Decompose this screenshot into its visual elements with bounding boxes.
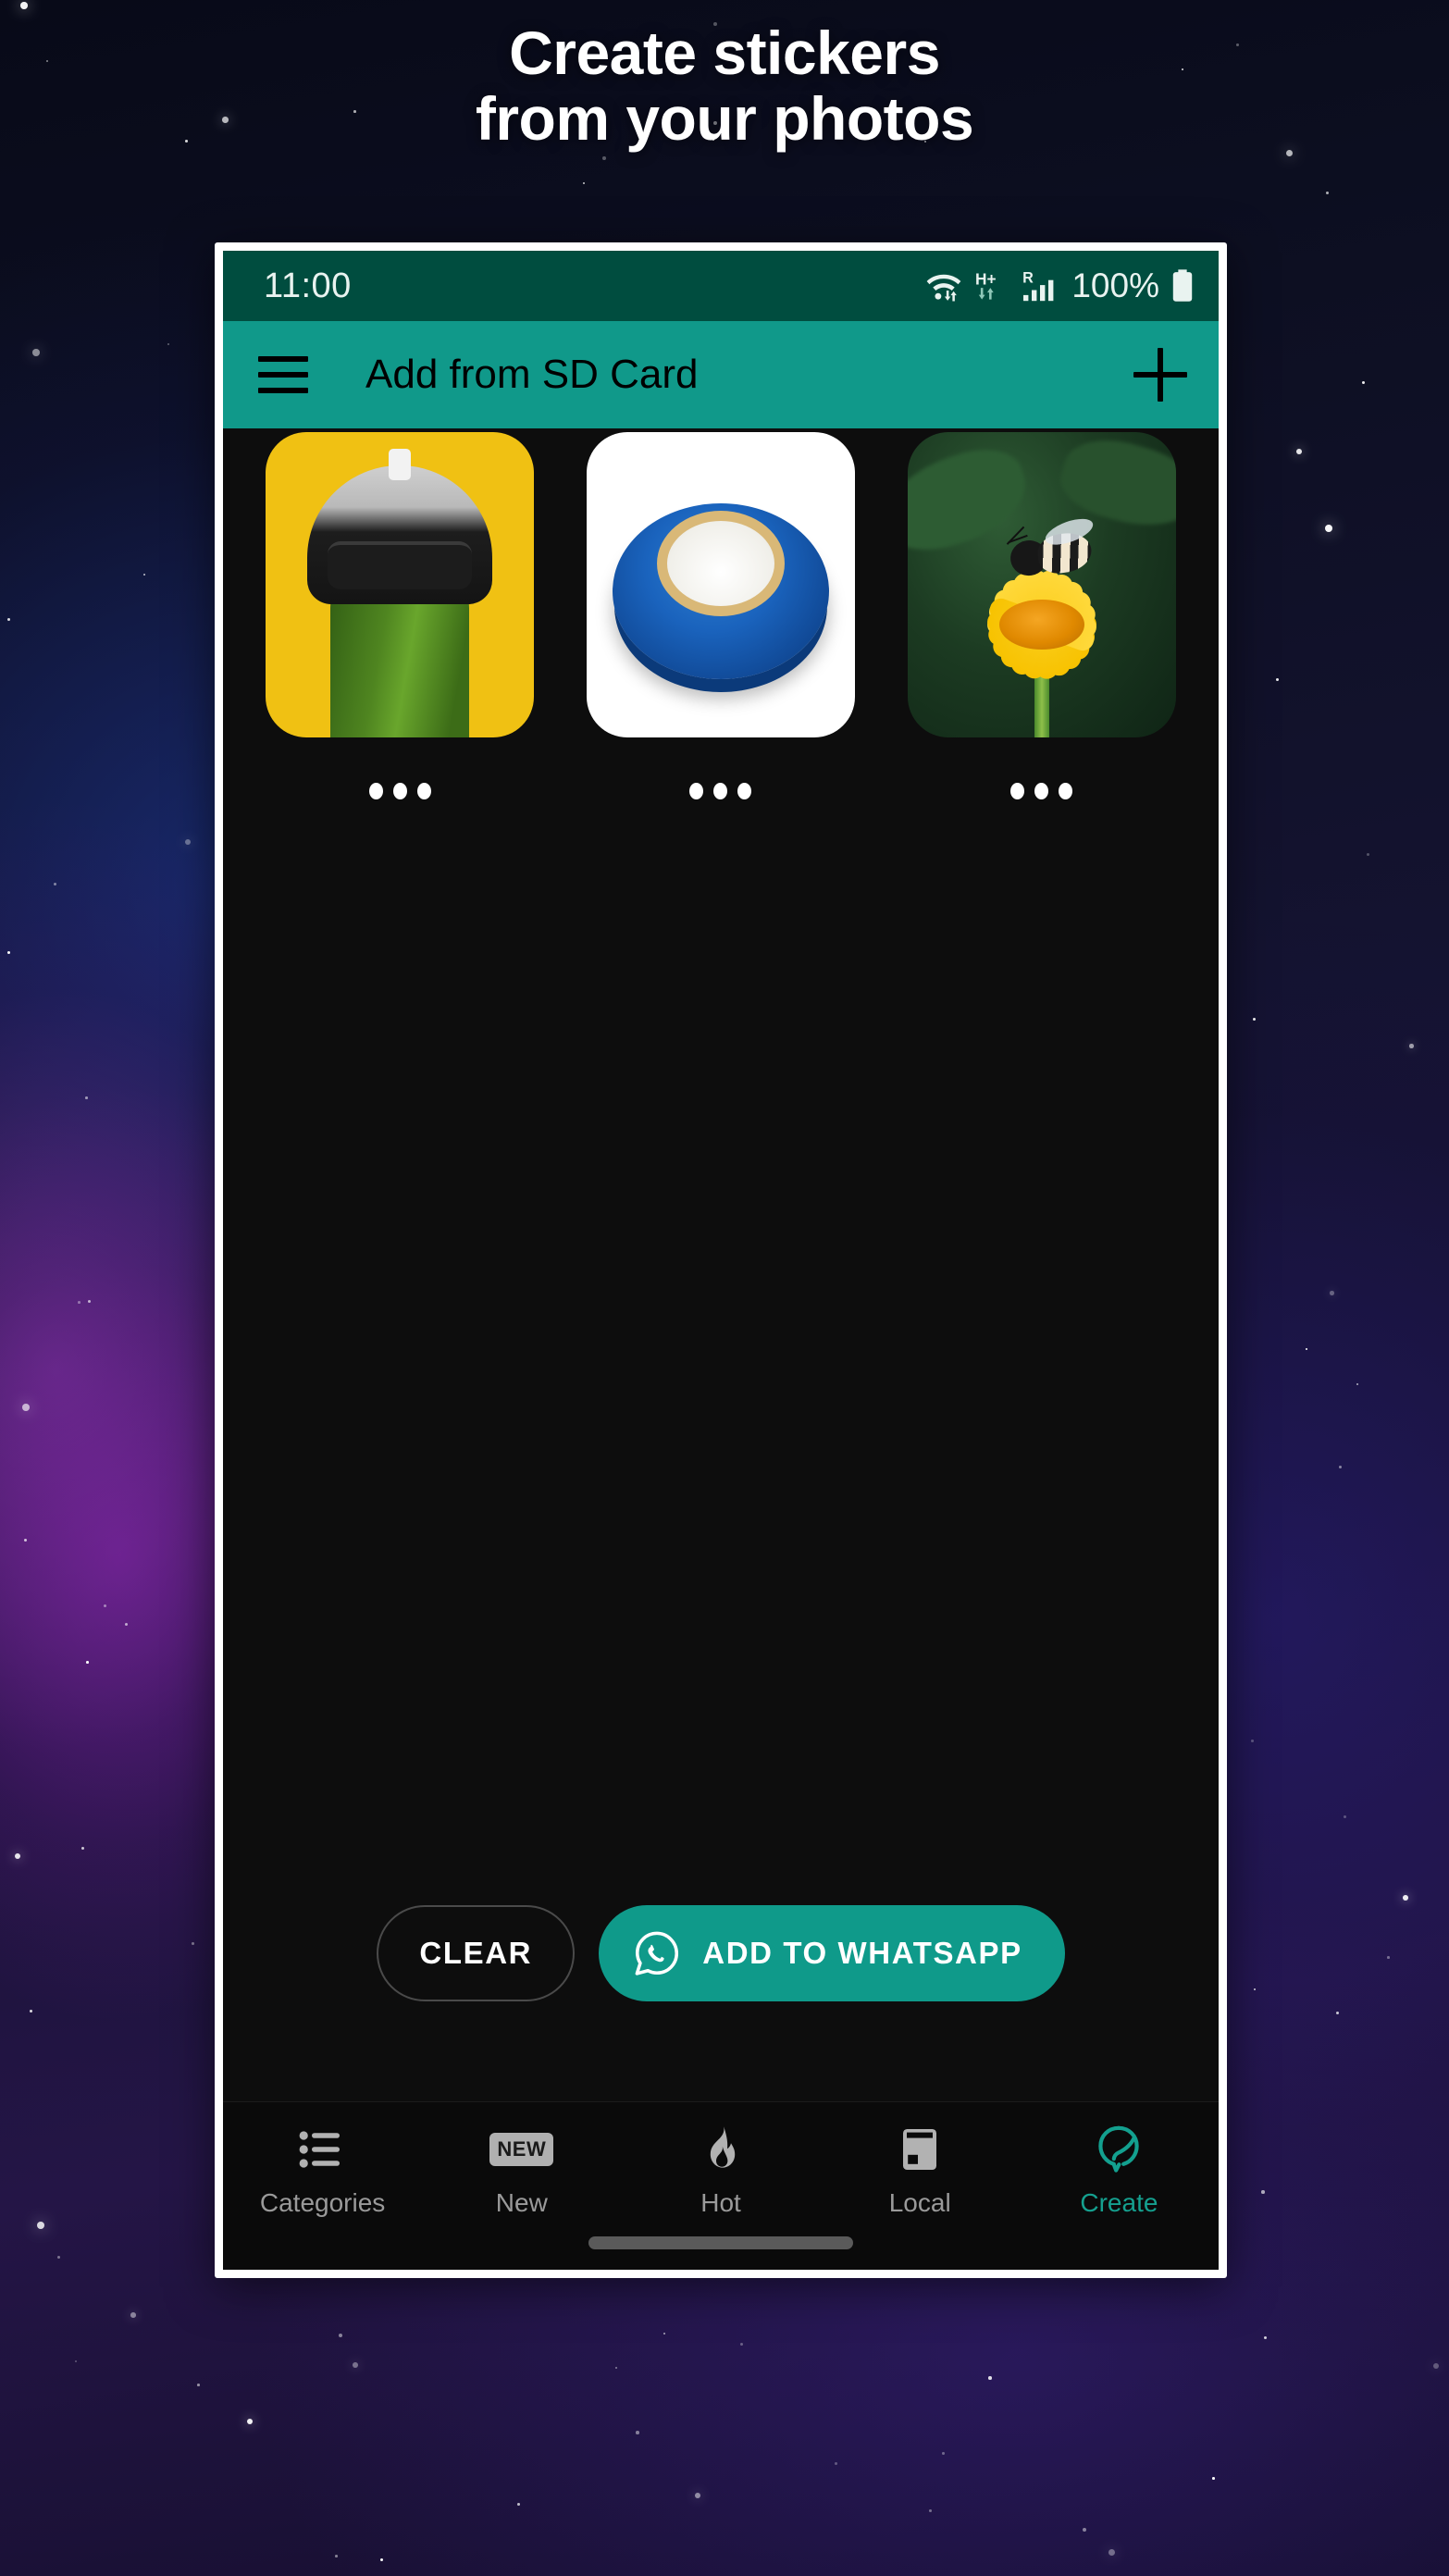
nav-item-local[interactable]: Local (821, 2123, 1020, 2218)
new-badge-icon: NEW (489, 2123, 554, 2176)
promo-screenshot: Create stickers from your photos 11:00 H… (0, 0, 1449, 2576)
whatsapp-icon (632, 1928, 682, 1978)
list-icon (299, 2123, 347, 2176)
pickle-in-helmet-image (266, 432, 535, 737)
nav-item-new[interactable]: NEW New (422, 2123, 621, 2218)
hplus-data-icon: H+ (975, 269, 1010, 303)
add-to-whatsapp-button[interactable]: ADD TO WHATSAPP (599, 1905, 1065, 2001)
blue-electrical-tape-image (586, 432, 855, 737)
phone-screen: 11:00 H+ R 100% Add from SD Card CLEAR A… (223, 251, 1219, 2270)
nav-label-categories: Categories (259, 2188, 386, 2217)
wifi-icon (923, 269, 964, 303)
overflow-menu-icon[interactable] (368, 758, 431, 824)
sticker-item[interactable] (881, 432, 1202, 824)
app-toolbar: Add from SD Card (223, 321, 1219, 428)
sticker-thumbnail-bee-on-yellow-flower[interactable] (907, 432, 1176, 737)
page-title: Add from SD Card (365, 352, 699, 397)
bee-on-yellow-flower-image (907, 432, 1176, 737)
sticker-thumbnail-blue-electrical-tape[interactable] (586, 432, 855, 737)
svg-text:H+: H+ (975, 269, 997, 288)
battery-icon (1170, 268, 1195, 303)
sticker-item[interactable] (240, 432, 561, 824)
save-card-icon (899, 2123, 940, 2176)
headline-line-2: from your photos (475, 84, 974, 154)
overflow-menu-icon[interactable] (689, 758, 752, 824)
sticker-thumbnail-pickle-in-helmet[interactable] (266, 432, 535, 737)
sticker-item[interactable] (561, 432, 882, 824)
gesture-home-indicator[interactable] (223, 2236, 1219, 2249)
nav-label-create: Create (1080, 2188, 1158, 2217)
nav-label-new: New (495, 2188, 548, 2217)
status-clock: 11:00 (264, 266, 352, 305)
nav-label-hot: Hot (700, 2188, 741, 2217)
sticker-content-area: CLEAR ADD TO WHATSAPP (223, 428, 1219, 2101)
phone-frame: 11:00 H+ R 100% Add from SD Card CLEAR A… (215, 242, 1227, 2278)
plus-icon[interactable] (1133, 348, 1187, 402)
roaming-signal-icon: R (1022, 269, 1059, 303)
headline-line-1: Create stickers (509, 19, 940, 87)
nav-item-categories[interactable]: Categories (223, 2123, 422, 2218)
flame-icon (700, 2123, 741, 2176)
add-to-whatsapp-label: ADD TO WHATSAPP (702, 1936, 1022, 1970)
battery-percent-label: 100% (1071, 266, 1159, 304)
nav-label-local: Local (888, 2188, 951, 2217)
clear-button[interactable]: CLEAR (377, 1905, 576, 2001)
overflow-menu-icon[interactable] (1010, 758, 1073, 824)
status-icons: H+ R 100% (923, 266, 1195, 305)
action-button-bar: CLEAR ADD TO WHATSAPP (223, 1905, 1219, 2001)
create-leaf-icon (1096, 2123, 1141, 2176)
svg-text:R: R (1022, 269, 1034, 286)
nav-item-hot[interactable]: Hot (621, 2123, 820, 2218)
sticker-grid (223, 428, 1219, 824)
status-bar: 11:00 H+ R 100% (223, 251, 1219, 321)
nav-item-create[interactable]: Create (1020, 2123, 1219, 2218)
promo-headline: Create stickers from your photos (0, 19, 1449, 154)
hamburger-menu-icon[interactable] (258, 356, 308, 393)
